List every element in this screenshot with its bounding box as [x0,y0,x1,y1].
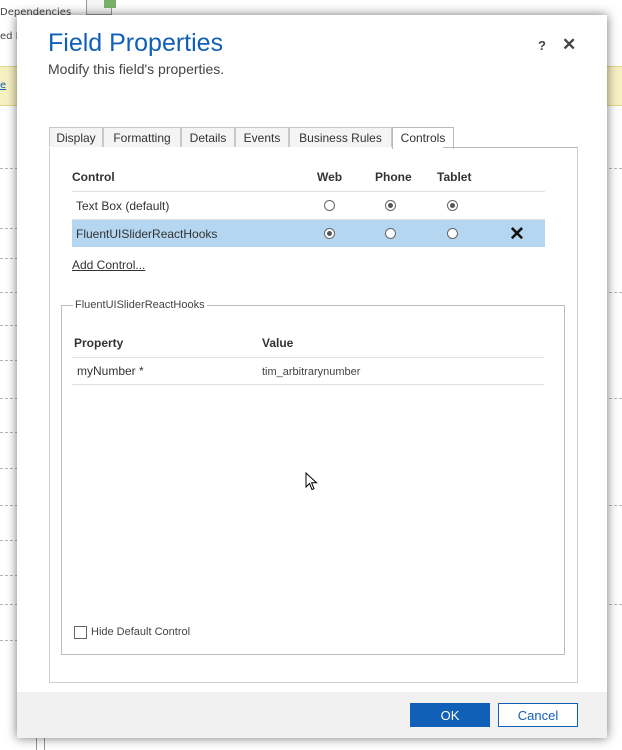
control-name: Text Box (default) [76,199,170,213]
background-divider [0,360,18,361]
table-divider [72,357,544,358]
ok-button[interactable]: OK [410,703,490,727]
document-icon-accent [104,0,116,8]
property-name: myNumber * [77,364,144,378]
background-divider [0,432,18,433]
background-divider [0,604,18,605]
remove-control-icon[interactable]: ✕ [509,223,525,246]
background-divider [44,736,45,750]
tablet-radio[interactable] [447,228,458,239]
tab-details[interactable]: Details [181,127,235,147]
add-control-link[interactable]: Add Control... [72,258,145,272]
web-radio[interactable] [324,200,335,211]
help-icon[interactable]: ? [538,38,546,53]
column-header-value: Value [262,336,294,350]
column-header-web: Web [317,170,343,184]
web-radio[interactable] [324,228,335,239]
tab-display[interactable]: Display [49,127,103,147]
background-banner-link: e [0,80,7,91]
column-header-control: Control [72,170,115,184]
table-row[interactable]: Text Box (default) [72,192,545,219]
background-divider [0,258,18,259]
column-header-phone: Phone [375,170,412,184]
tab-events[interactable]: Events [235,127,289,147]
background-divider [0,325,18,326]
background-divider [0,575,18,576]
control-name: FluentUISliderReactHooks [76,227,218,241]
tab-business-rules[interactable]: Business Rules [289,127,392,147]
control-properties-legend: FluentUISliderReactHooks [73,299,207,311]
required-marker: * [139,364,144,378]
tab-controls[interactable]: Controls [392,127,454,149]
tablet-radio[interactable] [447,200,458,211]
background-divider [36,736,37,750]
background-divider [0,398,18,399]
column-header-property: Property [74,336,124,350]
background-divider [0,505,18,506]
mouse-cursor-icon [305,472,318,491]
background-divider [0,168,18,169]
dialog-subtitle: Modify this field's properties. [48,61,225,77]
background-divider [0,540,18,541]
background-divider [0,292,18,293]
table-row[interactable]: FluentUISliderReactHooks ✕ [72,220,545,247]
dialog-title: Field Properties [48,29,224,57]
table-divider [72,384,544,385]
background-divider [0,468,18,469]
close-icon[interactable]: ✕ [562,35,576,55]
tab-formatting[interactable]: Formatting [103,127,181,147]
property-name-text: myNumber [77,364,136,378]
field-properties-dialog: Field Properties Modify this field's pro… [17,15,607,738]
phone-radio[interactable] [385,200,396,211]
phone-radio[interactable] [385,228,396,239]
hide-default-control-checkbox[interactable] [74,626,87,639]
column-header-tablet: Tablet [437,170,472,184]
background-divider [0,640,18,641]
hide-default-control-label: Hide Default Control [91,626,191,638]
cancel-button[interactable]: Cancel [498,703,578,727]
background-divider [0,228,18,229]
property-value-link[interactable]: tim_arbitrarynumber [262,366,360,378]
